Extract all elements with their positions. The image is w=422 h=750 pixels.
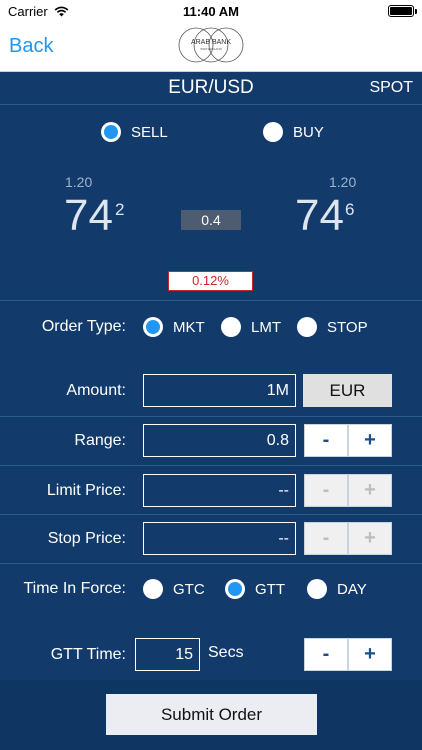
nav-bar: Back ARAB BANK SWITZERLAND	[0, 22, 422, 72]
buy-big-figure[interactable]: 74	[295, 191, 344, 241]
gtc-radio[interactable]	[143, 579, 163, 599]
buy-handle: 1.20	[329, 174, 357, 190]
range-minus-button[interactable]: -	[304, 424, 348, 457]
logo-text-bottom: SWITZERLAND	[200, 47, 222, 51]
spread-percent: 0.12%	[168, 271, 253, 291]
gtt-minus-button[interactable]: -	[304, 638, 348, 671]
stop-price-input[interactable]: --	[143, 522, 296, 555]
stop-minus-button[interactable]: -	[304, 522, 348, 555]
spread-badge: 0.4	[181, 210, 241, 230]
order-type-stop[interactable]: STOP	[297, 317, 368, 337]
gtt-plus-button[interactable]: +	[348, 638, 392, 671]
limit-plus-button[interactable]: +	[348, 474, 392, 507]
mkt-label: MKT	[173, 318, 205, 336]
divider	[0, 300, 422, 301]
range-plus-button[interactable]: +	[348, 424, 392, 457]
day-label: DAY	[337, 580, 367, 598]
gtt-time-stepper: - +	[304, 638, 392, 671]
time-in-force-label: Time In Force:	[23, 580, 126, 597]
logo-text-top: ARAB BANK	[191, 39, 231, 46]
gtt-time-unit: Secs	[208, 644, 244, 661]
order-type-mkt[interactable]: MKT	[143, 317, 205, 337]
stop-label: STOP	[327, 318, 368, 336]
stop-price-stepper: - +	[304, 522, 392, 555]
buy-option[interactable]: BUY	[263, 122, 324, 142]
gtt-time-label: GTT Time:	[50, 646, 126, 663]
currency-pair-title: EUR/USD	[168, 77, 254, 98]
lmt-radio[interactable]	[221, 317, 241, 337]
gtt-time-input[interactable]: 15	[135, 638, 200, 671]
range-stepper: - +	[304, 424, 392, 457]
amount-input[interactable]: 1M	[143, 374, 296, 407]
order-panel: EUR/USD SPOT SELL BUY 1.20 74 2 0.4 1.20…	[0, 72, 422, 750]
order-type-label: Order Type:	[41, 318, 126, 335]
divider	[0, 416, 422, 417]
status-time: 11:40 AM	[183, 4, 239, 19]
divider	[0, 465, 422, 466]
spot-label: SPOT	[369, 79, 413, 96]
gtt-radio[interactable]	[225, 579, 245, 599]
divider	[0, 514, 422, 515]
stop-radio[interactable]	[297, 317, 317, 337]
arab-bank-logo: ARAB BANK SWITZERLAND	[178, 27, 244, 63]
stop-plus-button[interactable]: +	[348, 522, 392, 555]
gtt-label: GTT	[255, 580, 285, 598]
sell-radio[interactable]	[101, 122, 121, 142]
currency-button[interactable]: EUR	[303, 374, 392, 407]
limit-minus-button[interactable]: -	[304, 474, 348, 507]
status-bar: Carrier 11:40 AM	[0, 0, 422, 22]
order-type-lmt[interactable]: LMT	[221, 317, 281, 337]
buy-label: BUY	[293, 123, 324, 141]
sell-handle: 1.20	[65, 174, 93, 190]
mkt-radio[interactable]	[143, 317, 163, 337]
limit-price-stepper: - +	[304, 474, 392, 507]
limit-price-input[interactable]: --	[143, 474, 296, 507]
range-input[interactable]: 0.8	[143, 424, 296, 457]
stop-price-label: Stop Price:	[47, 530, 126, 547]
sell-big-figure[interactable]: 74	[64, 191, 113, 241]
range-label: Range:	[74, 432, 126, 449]
amount-label: Amount:	[66, 382, 126, 399]
buy-radio[interactable]	[263, 122, 283, 142]
tif-day[interactable]: DAY	[307, 579, 367, 599]
divider	[0, 563, 422, 564]
day-radio[interactable]	[307, 579, 327, 599]
tif-gtt[interactable]: GTT	[225, 579, 285, 599]
buy-pip: 6	[345, 200, 355, 219]
limit-price-label: Limit Price:	[46, 482, 126, 499]
lmt-label: LMT	[251, 318, 281, 336]
submit-order-button[interactable]: Submit Order	[106, 694, 317, 735]
sell-label: SELL	[131, 123, 168, 141]
sell-option[interactable]: SELL	[101, 122, 168, 142]
divider	[0, 104, 422, 105]
sell-pip: 2	[115, 200, 125, 219]
back-button[interactable]: Back	[9, 35, 53, 58]
tif-gtc[interactable]: GTC	[143, 579, 205, 599]
battery-icon	[388, 5, 417, 17]
gtc-label: GTC	[173, 580, 205, 598]
